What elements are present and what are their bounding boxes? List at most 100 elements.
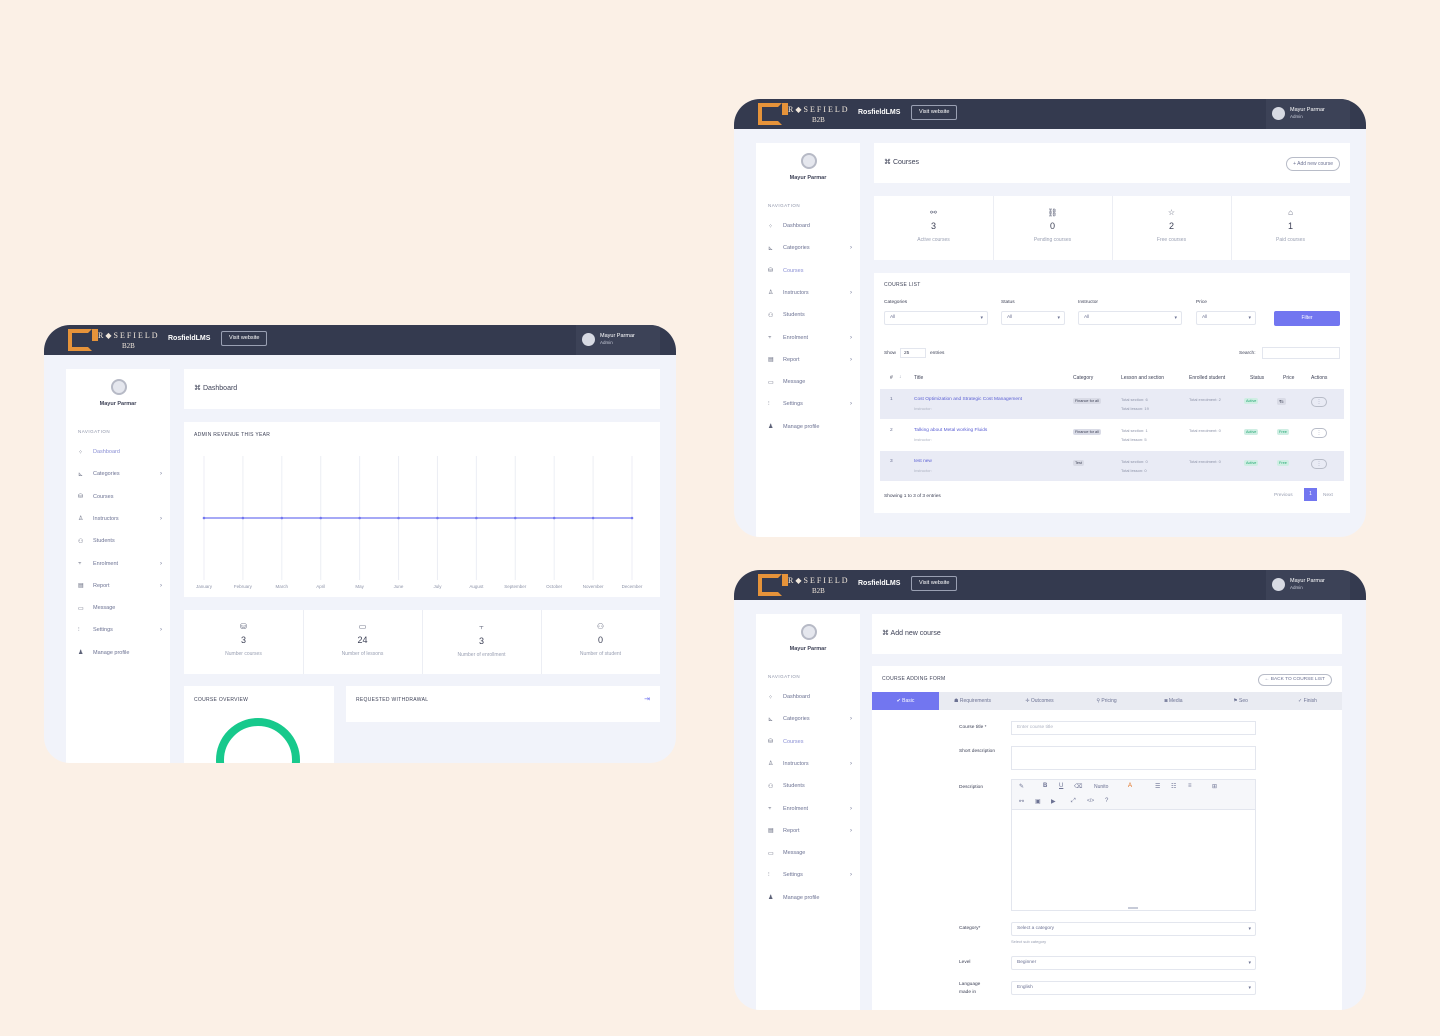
brand-logo[interactable]: R◆SEFIELD B2B bbox=[758, 103, 854, 127]
course-title-input[interactable]: Enter course title bbox=[1011, 721, 1256, 735]
unordered-list-icon[interactable]: ☰ bbox=[1155, 783, 1160, 790]
sidebar-item-enrolment[interactable]: ⫟ Enrolment › bbox=[768, 333, 852, 343]
filter-select-status[interactable]: All bbox=[1001, 311, 1065, 325]
category-select[interactable]: Select a category bbox=[1011, 922, 1256, 936]
filter-select-instructor[interactable]: All bbox=[1078, 311, 1182, 325]
sidebar-item-message[interactable]: ▭ Message bbox=[768, 377, 852, 387]
visit-website-button[interactable]: Visit website bbox=[221, 331, 268, 346]
sidebar-item-students[interactable]: ⚇ Students bbox=[768, 781, 852, 791]
page-1-button[interactable]: 1 bbox=[1304, 488, 1317, 501]
level-select[interactable]: Beginner bbox=[1011, 956, 1256, 970]
code-view-icon[interactable]: </> bbox=[1087, 798, 1094, 804]
sidebar-item-dashboard[interactable]: ⁘ Dashboard bbox=[768, 692, 852, 702]
search-input[interactable] bbox=[1262, 347, 1340, 359]
row-actions-button[interactable]: ⋮ bbox=[1311, 428, 1327, 438]
revenue-point bbox=[280, 516, 284, 520]
short-description-input[interactable] bbox=[1011, 746, 1256, 770]
sidebar-item-report[interactable]: ▤ Report › bbox=[78, 581, 162, 591]
video-icon[interactable]: ▶ bbox=[1051, 798, 1056, 805]
tab-pricing[interactable]: ⚲ Pricing bbox=[1073, 692, 1140, 710]
course-title-link[interactable]: Cost Optimization and Strategic Cost Man… bbox=[914, 397, 1022, 402]
row-actions-button[interactable]: ⋮ bbox=[1311, 397, 1327, 407]
sidebar-item-students[interactable]: ⚇ Students bbox=[78, 536, 162, 546]
overview-donut bbox=[216, 718, 300, 763]
filter-button[interactable]: Filter bbox=[1274, 311, 1340, 326]
user-menu[interactable]: Mayur Parmar Admin bbox=[1266, 99, 1350, 129]
brand-name: R◆SEFIELD bbox=[98, 331, 160, 340]
tab-seo[interactable]: ⚑ Seo bbox=[1207, 692, 1274, 710]
course-title-link[interactable]: Talking about Metal working Fluids bbox=[914, 428, 987, 433]
color-icon[interactable]: A bbox=[1128, 783, 1132, 789]
language-select[interactable]: English bbox=[1011, 981, 1256, 995]
underline-icon[interactable]: U bbox=[1059, 783, 1063, 789]
sidebar-item-report[interactable]: ▤ Report › bbox=[768, 826, 852, 836]
x-tick-label: December bbox=[622, 584, 643, 589]
sidebar-item-enrolment[interactable]: ⫟ Enrolment › bbox=[78, 559, 162, 569]
link-icon[interactable]: ⚯ bbox=[1019, 798, 1024, 805]
eraser-icon[interactable]: ⌫ bbox=[1074, 783, 1082, 790]
ordered-list-icon[interactable]: ☷ bbox=[1171, 783, 1176, 790]
sidebar-item-instructors[interactable]: ♙ Instructors › bbox=[768, 759, 852, 769]
sidebar-item-manage-profile[interactable]: ♟ Manage profile bbox=[768, 893, 852, 903]
magic-icon[interactable]: ✎ bbox=[1019, 783, 1024, 790]
stat-label: Pending courses bbox=[1033, 237, 1072, 243]
sidebar-item-instructors[interactable]: ♙ Instructors › bbox=[768, 288, 852, 298]
sidebar-item-dashboard[interactable]: ⁘ Dashboard bbox=[768, 221, 852, 231]
sidebar-item-enrolment[interactable]: ⫟ Enrolment › bbox=[768, 804, 852, 814]
description-editor[interactable]: ✎ B U ⌫ Nunito A ☰ ☷ ≡ ⊞ ⚯ ▣ ▶ ⤢ </> ? bbox=[1011, 779, 1256, 911]
font-select[interactable]: Nunito bbox=[1094, 784, 1108, 790]
sidebar-item-students[interactable]: ⚇ Students bbox=[768, 310, 852, 320]
next-button[interactable]: Next bbox=[1323, 493, 1333, 498]
sidebar-item-message[interactable]: ▭ Message bbox=[78, 603, 162, 613]
editor-resize-handle[interactable] bbox=[1128, 907, 1138, 909]
add-new-course-button[interactable]: + Add new course bbox=[1286, 157, 1340, 171]
bold-icon[interactable]: B bbox=[1043, 783, 1047, 789]
visit-website-button[interactable]: Visit website bbox=[911, 105, 958, 120]
sidebar-item-dashboard[interactable]: ⁘ Dashboard bbox=[78, 447, 162, 457]
sort-icon[interactable]: ↓ bbox=[899, 374, 902, 380]
sidebar-item-settings[interactable]: ⫶ Settings › bbox=[78, 625, 162, 635]
back-to-course-list-button[interactable]: ← BACK TO COURSE LIST bbox=[1257, 674, 1332, 686]
x-tick-label: March bbox=[276, 584, 289, 589]
sidebar-item-message[interactable]: ▭ Message bbox=[768, 848, 852, 858]
row-actions-button[interactable]: ⋮ bbox=[1311, 459, 1327, 469]
filter-select-price[interactable]: All bbox=[1196, 311, 1256, 325]
row-sections: Total section: 1 bbox=[1121, 428, 1148, 433]
sidebar-item-categories[interactable]: ⊾ Categories › bbox=[768, 243, 852, 253]
tab-outcomes[interactable]: ✛ Outcomes bbox=[1006, 692, 1073, 710]
entries-select[interactable]: 25 bbox=[900, 348, 926, 358]
course-title-link[interactable]: test new bbox=[914, 459, 932, 464]
user-menu[interactable]: Mayur Parmar Admin bbox=[1266, 570, 1350, 600]
category-label: Category* bbox=[959, 926, 981, 931]
visit-website-button[interactable]: Visit website bbox=[911, 576, 958, 591]
sidebar-item-courses[interactable]: ⛁ Courses bbox=[768, 266, 852, 276]
brand-logo[interactable]: R◆SEFIELD B2B bbox=[68, 329, 164, 353]
brand-logo[interactable]: R◆SEFIELD B2B bbox=[758, 574, 854, 598]
sidebar-item-categories[interactable]: ⊾ Categories › bbox=[78, 469, 162, 479]
help-icon[interactable]: ? bbox=[1105, 798, 1108, 804]
tab-basic[interactable]: ✔ Basic bbox=[872, 692, 939, 710]
sidebar-item-settings[interactable]: ⫶ Settings › bbox=[768, 399, 852, 409]
image-icon[interactable]: ▣ bbox=[1035, 798, 1041, 805]
export-icon[interactable]: ⇥ bbox=[644, 695, 650, 703]
tab-requirements[interactable]: ☗ Requirements bbox=[939, 692, 1006, 710]
previous-button[interactable]: Previous bbox=[1274, 493, 1293, 498]
user-menu[interactable]: Mayur Parmar Admin bbox=[576, 325, 660, 355]
sidebar-item-settings[interactable]: ⫶ Settings › bbox=[768, 870, 852, 880]
sidebar-item-courses[interactable]: ⛁ Courses bbox=[768, 737, 852, 747]
sidebar-item-manage-profile[interactable]: ♟ Manage profile bbox=[768, 422, 852, 432]
filter-select-categories[interactable]: All bbox=[884, 311, 988, 325]
align-icon[interactable]: ≡ bbox=[1188, 783, 1192, 789]
sidebar-item-report[interactable]: ▤ Report › bbox=[768, 355, 852, 365]
sidebar-item-courses[interactable]: ⛁ Courses bbox=[78, 492, 162, 502]
dashboard-icon: ⁘ bbox=[768, 223, 774, 230]
tab-media[interactable]: ◙ Media bbox=[1140, 692, 1207, 710]
message-icon: ▭ bbox=[768, 379, 774, 386]
sidebar-item-instructors[interactable]: ♙ Instructors › bbox=[78, 514, 162, 524]
sidebar-item-manage-profile[interactable]: ♟ Manage profile bbox=[78, 648, 162, 658]
fullscreen-icon[interactable]: ⤢ bbox=[1071, 798, 1076, 805]
table-icon[interactable]: ⊞ bbox=[1212, 783, 1217, 790]
revenue-card: ADMIN REVENUE THIS YEAR January February M… bbox=[184, 422, 660, 597]
sidebar-item-categories[interactable]: ⊾ Categories › bbox=[768, 714, 852, 724]
tab-finish[interactable]: ✓ Finish bbox=[1274, 692, 1341, 710]
